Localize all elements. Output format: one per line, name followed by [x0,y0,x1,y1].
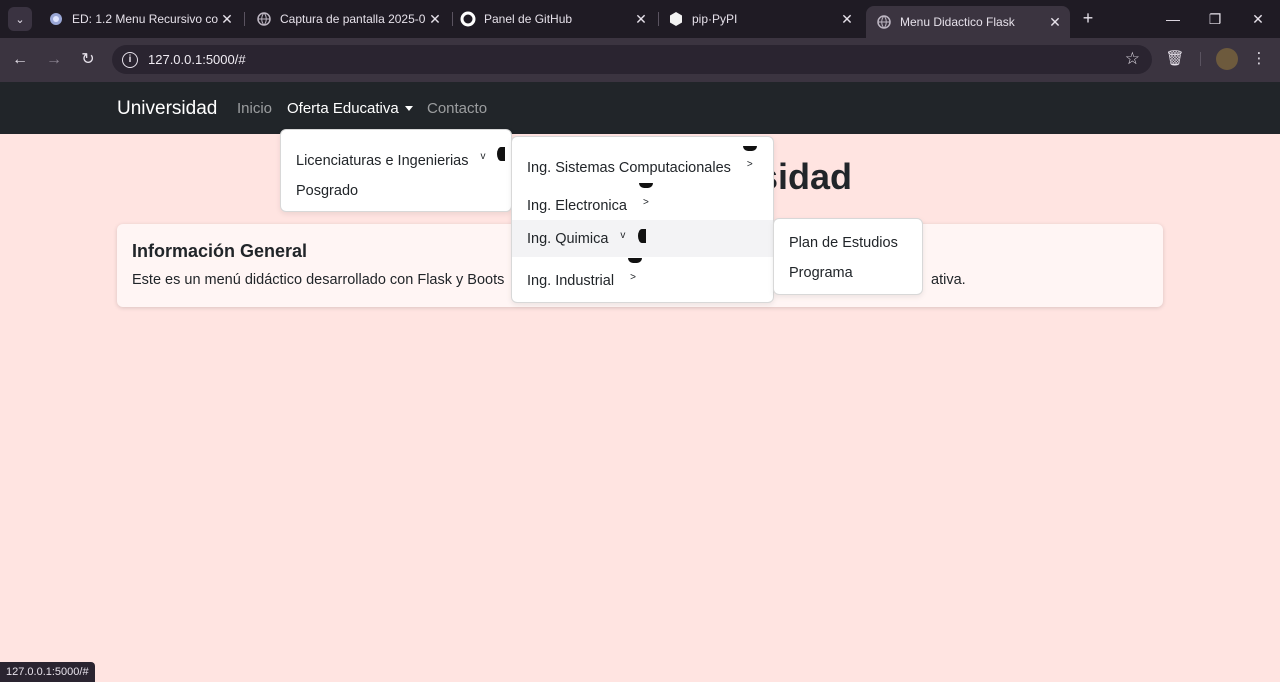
browser-tab-4[interactable]: pip·PyPI ✕ [658,6,862,32]
chevron-right-icon: > [746,159,753,170]
tab-title: ED: 1.2 Menu Recursivo con [72,12,218,26]
browser-tab-bar: ⌄ ED: 1.2 Menu Recursivo con ✕ Captura d… [0,0,1280,38]
cursor-artifact-icon [497,147,505,161]
chevron-right-icon: > [630,272,636,283]
globe-icon [256,11,272,27]
back-arrow-icon[interactable]: ← [9,49,31,71]
close-tab-icon[interactable]: ✕ [838,11,856,28]
close-tab-icon[interactable]: ✕ [218,11,236,28]
nav-dropdown-label: Oferta Educativa [287,100,399,117]
restore-icon[interactable]: ❐ [1204,8,1226,30]
browser-tab-1[interactable]: ED: 1.2 Menu Recursivo con ✕ [38,6,242,32]
tab-title: Menu Didactico Flask [900,15,1015,29]
submenu-item-label: Ing. Electronica [527,197,627,214]
submenu-ingenierias: Ing. Sistemas Computacionales > Ing. Ele… [511,136,774,303]
cursor-artifact-icon [638,229,646,243]
bookmark-star-icon[interactable]: ☆ [1125,49,1140,69]
card-title: Información General [132,241,308,261]
address-bar[interactable]: i 127.0.0.1:5000/# ☆ [112,45,1152,74]
nav-link-inicio[interactable]: Inicio [237,100,272,117]
dropdown-item-posgrado[interactable]: Posgrado [281,172,511,209]
browser-tab-2[interactable]: Captura de pantalla 2025-07 ✕ [246,6,450,32]
card-text-left: Este es un menú didáctico desarrollado c… [132,272,505,288]
close-tab-icon[interactable]: ✕ [632,11,650,28]
pypi-icon [668,11,684,27]
tab-title: pip·PyPI [692,12,738,26]
address-url[interactable]: 127.0.0.1:5000/# [148,52,246,67]
submenu-item-industrial[interactable]: Ing. Industrial > [512,262,773,299]
close-tab-icon[interactable]: ✕ [1046,14,1064,31]
forward-arrow-icon[interactable]: → [43,49,65,71]
submenu-item-label: Ing. Quimica [527,230,609,247]
chevron-down-icon: v [480,151,486,162]
nav-link-contacto[interactable]: Contacto [427,100,487,117]
dropdown-menu-oferta: Licenciaturas e Ingenierias v Posgrado [280,129,512,212]
chevron-right-icon: > [642,197,649,208]
github-icon [460,11,476,27]
navbar-brand[interactable]: Universidad [117,98,217,120]
site-info-icon[interactable]: i [122,51,138,68]
tab-search-chevron-icon[interactable]: ⌄ [8,7,32,31]
tab-title: Panel de GitHub [484,12,573,26]
more-menu-icon[interactable]: ⋮ [1248,48,1270,70]
minimize-icon[interactable]: — [1162,8,1184,30]
browser-tab-5-active[interactable]: Menu Didactico Flask ✕ [866,6,1070,38]
submenu-item-electronica[interactable]: Ing. Electronica > [512,187,773,224]
nav-dropdown-oferta[interactable]: Oferta Educativa [287,100,413,117]
trash-icon[interactable]: 🗑 [1164,48,1186,70]
tab-title: Captura de pantalla 2025-07 [280,12,426,26]
close-tab-icon[interactable]: ✕ [426,11,444,28]
globe-icon [48,11,64,27]
status-bar-url: 127.0.0.1:5000/# [0,662,95,682]
globe-icon [876,14,892,30]
submenu-item-programa[interactable]: Programa [774,254,922,291]
card-text-right: ativa. [931,272,966,288]
submenu-quimica: Plan de Estudios Programa [773,218,923,295]
browser-tab-3[interactable]: Panel de GitHub ✕ [450,6,656,32]
submenu-item-sistemas[interactable]: Ing. Sistemas Computacionales > [512,149,773,186]
chevron-down-icon: v [620,230,626,241]
card-text: Este es un menú didáctico desarrollado c… [132,272,966,288]
submenu-item-label: Ing. Industrial [527,272,615,289]
site-navbar: Universidad Inicio Oferta Educativa Cont… [0,82,1280,134]
caret-down-icon [404,106,413,111]
submenu-item-label: Ing. Sistemas Computacionales [527,159,731,176]
new-tab-icon[interactable]: + [1078,8,1098,28]
reload-icon[interactable]: ↻ [77,49,99,71]
close-window-icon[interactable]: ✕ [1247,8,1269,30]
profile-avatar[interactable] [1216,48,1238,70]
dropdown-item-label: Licenciaturas e Ingenierias [296,152,469,169]
